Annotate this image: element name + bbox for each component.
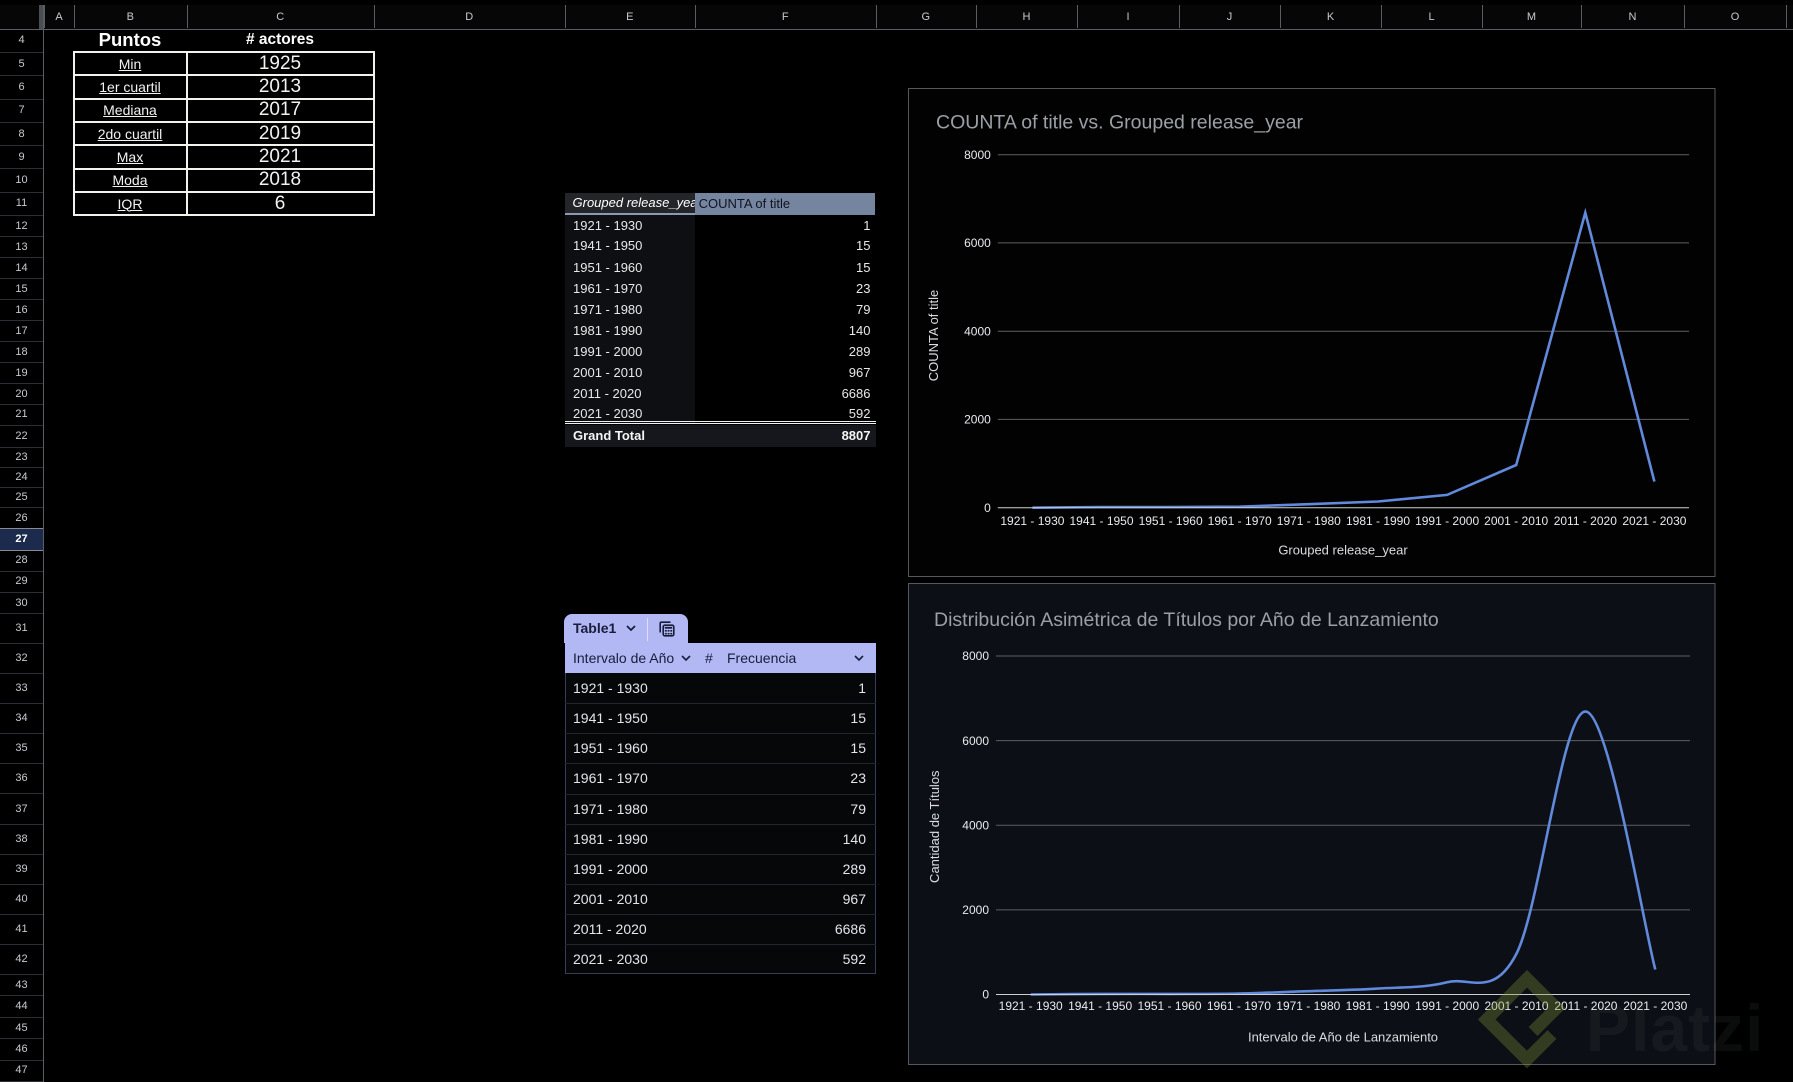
svg-text:Platzi: Platzi: [1586, 991, 1764, 1065]
